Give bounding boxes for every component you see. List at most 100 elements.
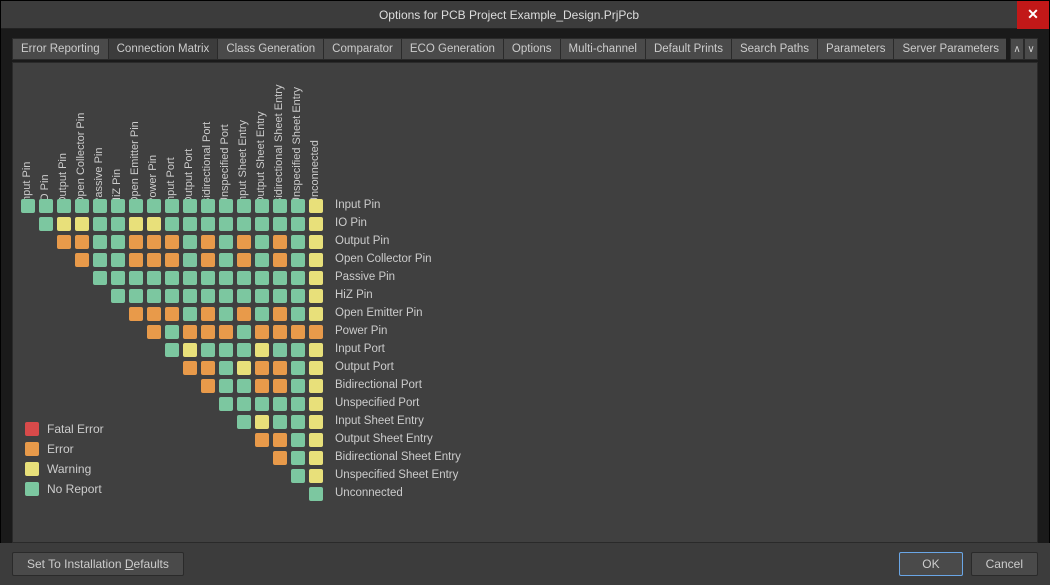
matrix-cell[interactable] [255,415,269,429]
matrix-cell[interactable] [183,253,197,267]
matrix-cell[interactable] [273,235,287,249]
matrix-cell[interactable] [291,253,305,267]
matrix-cell[interactable] [183,199,197,213]
matrix-cell[interactable] [273,253,287,267]
matrix-cell[interactable] [309,325,323,339]
matrix-cell[interactable] [147,289,161,303]
matrix-cell[interactable] [219,361,233,375]
matrix-cell[interactable] [309,253,323,267]
matrix-cell[interactable] [75,199,89,213]
matrix-cell[interactable] [309,217,323,231]
matrix-cell[interactable] [309,307,323,321]
matrix-cell[interactable] [255,343,269,357]
matrix-cell[interactable] [273,415,287,429]
matrix-cell[interactable] [93,235,107,249]
matrix-cell[interactable] [147,199,161,213]
matrix-cell[interactable] [219,271,233,285]
matrix-cell[interactable] [165,307,179,321]
matrix-cell[interactable] [219,199,233,213]
matrix-cell[interactable] [165,343,179,357]
tab-eco-generation[interactable]: ECO Generation [401,38,503,60]
matrix-cell[interactable] [255,433,269,447]
matrix-cell[interactable] [291,217,305,231]
matrix-cell[interactable] [255,307,269,321]
matrix-cell[interactable] [291,343,305,357]
matrix-cell[interactable] [129,289,143,303]
matrix-cell[interactable] [309,289,323,303]
tab-scroll-right[interactable]: ∨ [1024,38,1038,60]
matrix-cell[interactable] [309,235,323,249]
matrix-cell[interactable] [219,379,233,393]
matrix-cell[interactable] [201,343,215,357]
matrix-cell[interactable] [255,361,269,375]
matrix-cell[interactable] [255,397,269,411]
close-button[interactable]: ✕ [1017,1,1049,29]
matrix-cell[interactable] [237,289,251,303]
matrix-cell[interactable] [165,235,179,249]
matrix-cell[interactable] [39,217,53,231]
matrix-cell[interactable] [273,361,287,375]
matrix-cell[interactable] [129,217,143,231]
matrix-cell[interactable] [237,253,251,267]
set-defaults-button[interactable]: Set To Installation Defaults [12,552,184,576]
matrix-cell[interactable] [237,379,251,393]
matrix-cell[interactable] [183,343,197,357]
matrix-cell[interactable] [309,199,323,213]
matrix-cell[interactable] [201,289,215,303]
matrix-cell[interactable] [75,235,89,249]
matrix-cell[interactable] [237,415,251,429]
matrix-cell[interactable] [219,343,233,357]
ok-button[interactable]: OK [899,552,962,576]
matrix-cell[interactable] [237,361,251,375]
matrix-cell[interactable] [273,271,287,285]
matrix-cell[interactable] [147,325,161,339]
matrix-cell[interactable] [129,235,143,249]
matrix-cell[interactable] [291,451,305,465]
matrix-cell[interactable] [237,343,251,357]
matrix-cell[interactable] [291,307,305,321]
matrix-cell[interactable] [255,325,269,339]
matrix-cell[interactable] [273,289,287,303]
matrix-cell[interactable] [237,217,251,231]
matrix-cell[interactable] [291,397,305,411]
matrix-cell[interactable] [237,199,251,213]
matrix-cell[interactable] [291,271,305,285]
tab-connection-matrix[interactable]: Connection Matrix [108,38,218,60]
matrix-cell[interactable] [165,253,179,267]
matrix-cell[interactable] [219,235,233,249]
matrix-cell[interactable] [111,289,125,303]
matrix-cell[interactable] [201,379,215,393]
matrix-cell[interactable] [309,451,323,465]
matrix-cell[interactable] [255,289,269,303]
matrix-cell[interactable] [309,397,323,411]
matrix-cell[interactable] [309,487,323,501]
matrix-cell[interactable] [273,307,287,321]
matrix-cell[interactable] [273,199,287,213]
matrix-cell[interactable] [201,217,215,231]
matrix-cell[interactable] [129,253,143,267]
matrix-cell[interactable] [147,217,161,231]
matrix-cell[interactable] [309,379,323,393]
matrix-cell[interactable] [291,469,305,483]
matrix-cell[interactable] [183,325,197,339]
matrix-cell[interactable] [255,253,269,267]
matrix-cell[interactable] [201,361,215,375]
matrix-cell[interactable] [255,217,269,231]
matrix-cell[interactable] [183,307,197,321]
matrix-cell[interactable] [273,343,287,357]
matrix-cell[interactable] [93,217,107,231]
matrix-cell[interactable] [57,199,71,213]
matrix-cell[interactable] [111,235,125,249]
matrix-cell[interactable] [147,307,161,321]
matrix-cell[interactable] [219,397,233,411]
matrix-cell[interactable] [273,325,287,339]
matrix-cell[interactable] [291,235,305,249]
matrix-cell[interactable] [165,325,179,339]
tab-comparator[interactable]: Comparator [323,38,401,60]
matrix-cell[interactable] [201,235,215,249]
matrix-cell[interactable] [255,199,269,213]
matrix-cell[interactable] [183,217,197,231]
matrix-cell[interactable] [129,271,143,285]
matrix-cell[interactable] [201,325,215,339]
matrix-cell[interactable] [147,235,161,249]
